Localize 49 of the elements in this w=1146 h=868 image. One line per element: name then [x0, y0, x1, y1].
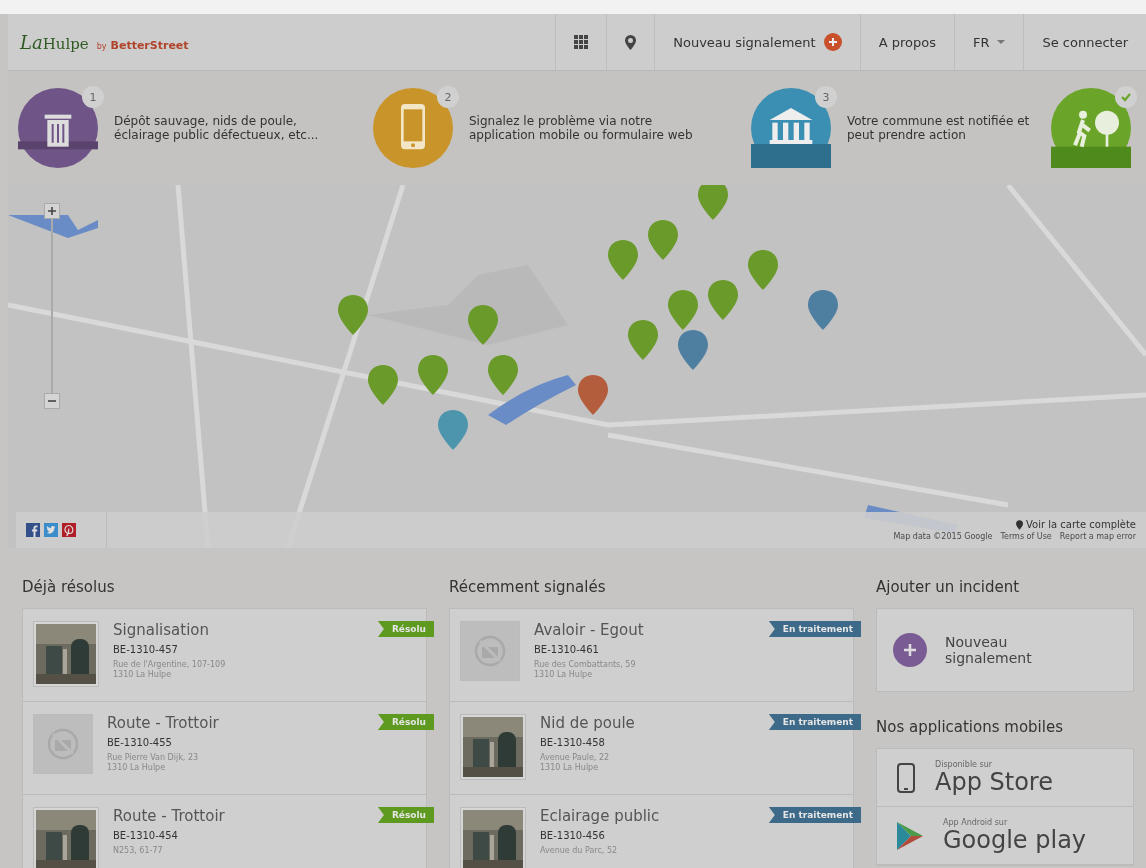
map-attribution: Map data ©2015 Google [893, 532, 993, 541]
store-button[interactable]: App Android sur Google play [877, 807, 1133, 865]
status-tag: En traitement [768, 621, 861, 637]
new-report-button[interactable]: Nouveau signalement [876, 608, 1134, 692]
step-description: Dépôt sauvage, nids de poule, éclairage public défectueux, etc... [114, 114, 320, 142]
report-reference: BE-1310-455 [107, 737, 173, 748]
step-description: Signalez le problème via notre application mobile ou formulaire web [469, 114, 694, 142]
report-address: Rue Pierre Van Dijk, 23 1310 La Hulpe [107, 753, 200, 773]
report-address: N253, 61-77 [113, 846, 164, 856]
full-map-link[interactable]: Voir la carte complète [1015, 519, 1136, 530]
logo-script[interactable]: La [20, 31, 43, 53]
report-title[interactable]: Route - Trottoir [113, 807, 225, 825]
section-heading: Nos applications mobiles [876, 718, 1064, 736]
nav-link[interactable]: A propos [859, 14, 954, 70]
section-heading: Récemment signalés [449, 578, 607, 596]
attribution-link[interactable]: Report a map error [1059, 532, 1136, 541]
report-title[interactable]: Avaloir - Egout [534, 621, 644, 639]
nav-link[interactable]: Se connecter [1023, 14, 1146, 70]
section-heading: Déjà résolus [22, 578, 116, 596]
status-tag: Résolu [377, 807, 434, 823]
step-description: Votre commune est notifiée et peut prendre action [847, 114, 1031, 142]
report-reference: BE-1310-461 [534, 644, 600, 655]
report-address: Avenue du Parc, 52 [540, 846, 619, 856]
report-address: Avenue Paule, 22 1310 La Hulpe [540, 753, 611, 773]
report-address: Rue des Combattants, 59 1310 La Hulpe [534, 660, 637, 680]
logo-name[interactable]: Hulpe [42, 34, 89, 53]
report-title[interactable]: Eclairage public [540, 807, 660, 825]
section-heading: Ajouter un incident [876, 578, 1021, 596]
step-number: 1 [82, 86, 104, 108]
report-reference: BE-1310-457 [113, 644, 179, 655]
status-tag: Résolu [377, 621, 434, 637]
report-title[interactable]: Signalisation [113, 621, 226, 639]
report-title[interactable]: Route - Trottoir [107, 714, 219, 732]
report-reference: BE-1310-458 [540, 737, 606, 748]
new-report-link[interactable]: Nouveau signalement [654, 14, 860, 70]
report-reference: BE-1310-456 [540, 830, 606, 841]
status-tag: En traitement [768, 807, 861, 823]
report-title[interactable]: Nid de poule [540, 714, 635, 732]
report-address: Rue de l'Argentine, 107-109 1310 La Hulpe [113, 660, 226, 680]
report-reference: BE-1310-454 [113, 830, 179, 841]
status-tag: En traitement [768, 714, 861, 730]
step-number: 2 [437, 86, 459, 108]
language-dropdown[interactable]: FR [953, 14, 1024, 70]
status-tag: Résolu [377, 714, 434, 730]
step-number: 3 [815, 86, 837, 108]
attribution-link[interactable]: Terms of Use [1000, 532, 1052, 541]
store-button[interactable]: Disponible sur App Store [877, 749, 1133, 807]
brand-name[interactable]: BetterStreet [110, 38, 189, 52]
logo-by: by [96, 41, 107, 51]
